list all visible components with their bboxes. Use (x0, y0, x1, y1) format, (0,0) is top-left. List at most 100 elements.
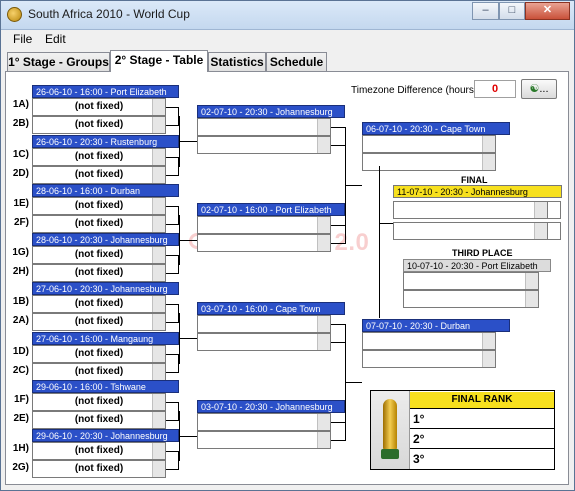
qf-team-2[interactable] (197, 234, 331, 252)
bracket-connector (331, 225, 345, 226)
final-team-1[interactable] (393, 201, 548, 219)
score-field[interactable] (152, 412, 165, 428)
r16-team-1[interactable]: (not fixed) (32, 98, 166, 116)
score-field[interactable] (152, 461, 165, 477)
r16-team-1-text: (not fixed) (74, 151, 124, 162)
tab-schedule[interactable]: Schedule (266, 52, 327, 71)
score-field[interactable] (482, 351, 495, 367)
score-field[interactable] (317, 137, 330, 153)
score-field[interactable] (482, 333, 495, 349)
sf-team-1[interactable] (362, 135, 496, 153)
tab-statistics[interactable]: Statistics (208, 52, 266, 71)
score-field[interactable] (482, 154, 495, 170)
tab-table[interactable]: 2° Stage - Table (110, 50, 208, 72)
r16-team-1[interactable]: (not fixed) (32, 393, 166, 411)
score-field[interactable] (152, 198, 165, 214)
score-field[interactable] (534, 223, 547, 239)
tab-groups[interactable]: 1° Stage - Groups (7, 52, 110, 71)
team-code: 2H) (12, 266, 29, 277)
bracket-connector (166, 206, 178, 207)
score-field[interactable] (152, 346, 165, 362)
team-code: 1A) (12, 99, 29, 110)
score-field[interactable] (152, 443, 165, 459)
qf-team-1[interactable] (197, 216, 331, 234)
sf-team-2[interactable] (362, 350, 496, 368)
score-field[interactable] (152, 167, 165, 183)
close-button[interactable]: ✕ (525, 2, 570, 20)
score-field[interactable] (317, 432, 330, 448)
maximize-button[interactable]: □ (499, 2, 525, 20)
menu-file[interactable]: File (13, 32, 32, 46)
timezone-settings-button[interactable]: ☯... (521, 79, 557, 99)
r16-team-1[interactable]: (not fixed) (32, 442, 166, 460)
r16-team-1[interactable]: (not fixed) (32, 246, 166, 264)
qf-team-2[interactable] (197, 136, 331, 154)
score-field[interactable] (152, 117, 165, 133)
r16-team-2[interactable]: (not fixed) (32, 313, 166, 331)
score-field[interactable] (152, 99, 165, 115)
score-field[interactable] (525, 273, 538, 289)
qf-team-1[interactable] (197, 118, 331, 136)
final-score-2[interactable] (547, 222, 561, 240)
score-field[interactable] (152, 247, 165, 263)
r16-team-1[interactable]: (not fixed) (32, 148, 166, 166)
qf-team-2[interactable] (197, 333, 331, 351)
score-field[interactable] (152, 296, 165, 312)
qf-match-header: 02-07-10 - 16:00 - Port Elizabeth (197, 203, 345, 216)
sf-team-1[interactable] (362, 332, 496, 350)
third-team-1[interactable] (403, 272, 539, 290)
final-team-2[interactable] (393, 222, 548, 240)
score-field[interactable] (152, 314, 165, 330)
r16-team-2[interactable]: (not fixed) (32, 215, 166, 233)
score-field[interactable] (525, 291, 538, 307)
score-field[interactable] (152, 149, 165, 165)
qf-team-1[interactable] (197, 315, 331, 333)
team-code: 1D) (12, 346, 29, 357)
third-team-2[interactable] (403, 290, 539, 308)
rank-second: 2° (410, 428, 554, 448)
score-field[interactable] (152, 394, 165, 410)
bracket-connector (166, 420, 178, 421)
qf-team-1[interactable] (197, 413, 331, 431)
r16-match-header: 29-06-10 - 20:30 - Johannesburg (32, 429, 179, 442)
score-field[interactable] (152, 216, 165, 232)
qf-team-2[interactable] (197, 431, 331, 449)
bracket-connector (331, 127, 345, 128)
bracket-connector (166, 322, 178, 323)
menu-edit[interactable]: Edit (45, 32, 66, 46)
score-field[interactable] (317, 334, 330, 350)
r16-team-2[interactable]: (not fixed) (32, 460, 166, 478)
score-field[interactable] (152, 265, 165, 281)
score-field[interactable] (317, 414, 330, 430)
r16-team-2[interactable]: (not fixed) (32, 264, 166, 282)
r16-team-2[interactable]: (not fixed) (32, 116, 166, 134)
r16-team-1[interactable]: (not fixed) (32, 345, 166, 363)
r16-team-2[interactable]: (not fixed) (32, 166, 166, 184)
bracket-connector (166, 255, 178, 256)
timezone-label: Timezone Difference (hours): (351, 85, 480, 96)
r16-team-1[interactable]: (not fixed) (32, 295, 166, 313)
minimize-button[interactable]: – (472, 2, 499, 20)
r16-team-2[interactable]: (not fixed) (32, 363, 166, 381)
score-field[interactable] (482, 136, 495, 152)
r16-team-2[interactable]: (not fixed) (32, 411, 166, 429)
score-field[interactable] (534, 202, 547, 218)
final-rank-title: FINAL RANK (410, 392, 554, 409)
r16-team-1-text: (not fixed) (74, 249, 124, 260)
score-field[interactable] (317, 217, 330, 233)
bracket-connector (379, 166, 380, 318)
bracket-connector (331, 243, 345, 244)
score-field[interactable] (317, 235, 330, 251)
bracket-connector (331, 342, 345, 343)
r16-team-2-text: (not fixed) (74, 119, 124, 130)
timezone-value-field[interactable]: 0 (474, 80, 516, 98)
score-field[interactable] (317, 316, 330, 332)
r16-team-1[interactable]: (not fixed) (32, 197, 166, 215)
score-field[interactable] (317, 119, 330, 135)
final-score-1[interactable] (547, 201, 561, 219)
sf-team-2[interactable] (362, 153, 496, 171)
rank-first: 1° (410, 408, 554, 428)
score-field[interactable] (152, 364, 165, 380)
qf-match-header: 03-07-10 - 20:30 - Johannesburg (197, 400, 345, 413)
third-place-header: 10-07-10 - 20:30 - Port Elizabeth (403, 259, 551, 272)
